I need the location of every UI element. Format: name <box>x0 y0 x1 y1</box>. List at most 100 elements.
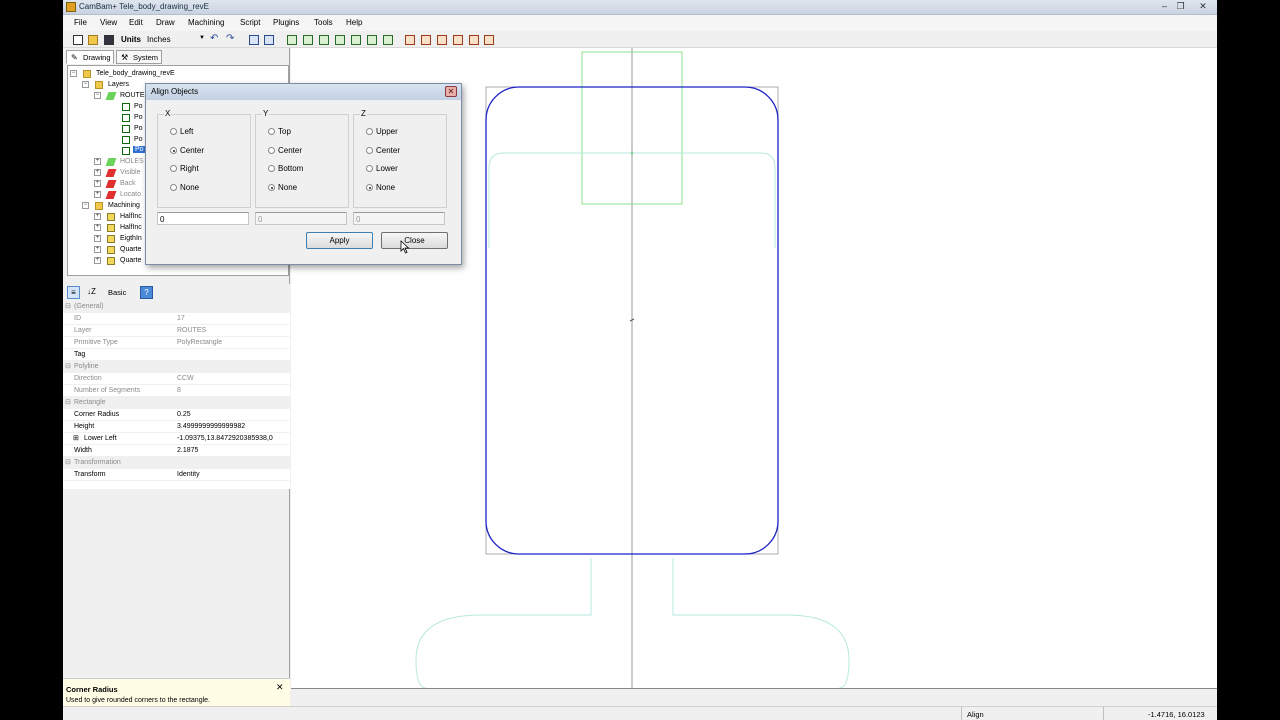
collapse-icon[interactable]: ⊟ <box>65 458 71 466</box>
prop-category-general[interactable]: ⊟ (General) <box>63 301 290 313</box>
expand-icon[interactable]: + <box>94 224 101 231</box>
collapse-icon[interactable]: − <box>70 70 77 77</box>
maximize-icon[interactable]: ❐ <box>1174 1 1187 12</box>
prop-row-direction[interactable]: Direction CCW <box>63 373 290 385</box>
profile-icon[interactable] <box>405 35 415 45</box>
draw-arc-icon[interactable] <box>319 35 329 45</box>
prop-row-height[interactable]: Height 3.4999999999999982 <box>63 421 290 433</box>
prop-key: Lower Left <box>84 435 117 442</box>
help-icon[interactable]: ? <box>140 286 153 299</box>
expand-icon[interactable]: + <box>94 246 101 253</box>
collapse-icon[interactable]: − <box>94 92 101 99</box>
mouse-cursor-icon <box>400 240 410 254</box>
prop-value[interactable]: 0.25 <box>177 411 191 418</box>
prop-value[interactable]: -1.09375,13.8472920385938,0 <box>177 435 273 442</box>
radio-icon <box>170 128 177 135</box>
draw-rectangle-icon[interactable] <box>335 35 345 45</box>
expand-icon[interactable]: + <box>94 191 101 198</box>
menu-help[interactable]: Help <box>346 18 362 27</box>
prop-row-lower-left[interactable]: ⊞ Lower Left -1.09375,13.8472920385938,0 <box>63 433 290 445</box>
pocket-icon[interactable] <box>421 35 431 45</box>
draw-polyline-icon[interactable] <box>287 35 297 45</box>
menu-file[interactable]: File <box>74 18 87 27</box>
expand-icon[interactable]: + <box>94 257 101 264</box>
menu-view[interactable]: View <box>100 18 117 27</box>
menu-edit[interactable]: Edit <box>129 18 143 27</box>
new-file-icon[interactable] <box>73 35 83 45</box>
collapse-icon[interactable]: − <box>82 202 89 209</box>
z-offset-input[interactable]: 0 <box>353 212 445 225</box>
prop-row-corner-radius[interactable]: Corner Radius 0.25 <box>63 409 290 421</box>
x-offset-input[interactable]: 0 <box>157 212 249 225</box>
prop-row-id[interactable]: ID 17 <box>63 313 290 325</box>
open-folder-icon[interactable] <box>88 35 98 45</box>
prop-category-transformation[interactable]: ⊟ Transformation <box>63 457 290 469</box>
engrave-icon[interactable] <box>453 35 463 45</box>
lathe-icon[interactable] <box>484 35 494 45</box>
3d-profile-icon[interactable] <box>469 35 479 45</box>
collapse-icon[interactable]: ⊟ <box>65 302 71 310</box>
prop-value[interactable]: Identity <box>177 471 200 478</box>
dialog-title-bar: Align Objects ✕ <box>146 84 461 100</box>
prop-row-layer[interactable]: Layer ROUTES <box>63 325 290 337</box>
tree-poly-label: Po <box>134 114 143 121</box>
prop-value[interactable]: 2.1875 <box>177 447 198 454</box>
prop-category-rectangle[interactable]: ⊟ Rectangle <box>63 397 290 409</box>
prop-key: Tag <box>74 351 86 358</box>
menu-script[interactable]: Script <box>240 18 260 27</box>
prop-row-segments[interactable]: Number of Segments 8 <box>63 385 290 397</box>
units-select[interactable]: Inches ▼ <box>145 34 207 46</box>
expand-icon[interactable]: + <box>94 169 101 176</box>
collapse-icon[interactable]: − <box>82 81 89 88</box>
radio-icon <box>268 147 275 154</box>
categorized-icon[interactable]: ≡ <box>67 286 80 299</box>
close-button[interactable]: Close <box>381 232 448 249</box>
close-icon[interactable]: ✕ <box>276 682 284 693</box>
redo-icon[interactable]: ↷ <box>226 33 234 44</box>
horizontal-scrollbar[interactable] <box>291 688 1217 706</box>
category-label: Transformation <box>74 459 121 466</box>
expand-icon[interactable]: + <box>94 180 101 187</box>
prop-key: Transform <box>74 471 106 478</box>
menu-tools[interactable]: Tools <box>314 18 333 27</box>
collapse-icon[interactable]: ⊟ <box>65 398 71 406</box>
dialog-close-icon[interactable]: ✕ <box>445 86 457 97</box>
table-icon[interactable] <box>264 35 274 45</box>
layer-icon <box>105 180 117 188</box>
prop-row-width[interactable]: Width 2.1875 <box>63 445 290 457</box>
draw-circle-icon[interactable] <box>303 35 313 45</box>
folder-icon <box>83 70 91 78</box>
grid-icon[interactable] <box>249 35 259 45</box>
basic-mode-button[interactable]: Basic <box>108 288 126 297</box>
prop-row-primitive-type[interactable]: Primitive Type PolyRectangle <box>63 337 290 349</box>
minimize-icon[interactable]: – <box>1158 1 1171 12</box>
prop-category-polyline[interactable]: ⊟ Polyline <box>63 361 290 373</box>
draw-point-icon[interactable] <box>367 35 377 45</box>
menu-plugins[interactable]: Plugins <box>273 18 299 27</box>
expand-icon[interactable]: + <box>94 213 101 220</box>
radio-checked-icon <box>366 184 373 191</box>
menu-machining[interactable]: Machining <box>188 18 224 27</box>
tab-drawing[interactable]: ✎ Drawing <box>66 50 114 64</box>
tree-poly-label: Po <box>134 125 143 132</box>
y-offset-input[interactable]: 0 <box>255 212 347 225</box>
drill-icon[interactable] <box>437 35 447 45</box>
save-icon[interactable] <box>104 35 114 45</box>
prop-row-tag[interactable]: Tag <box>63 349 290 361</box>
expand-icon[interactable]: ⊞ <box>73 434 79 442</box>
tab-system[interactable]: ⚒ System <box>116 50 162 64</box>
expand-icon[interactable]: + <box>94 235 101 242</box>
expand-icon[interactable]: + <box>94 158 101 165</box>
draw-text-icon[interactable] <box>351 35 361 45</box>
collapse-icon[interactable]: ⊟ <box>65 362 71 370</box>
draw-surface-icon[interactable] <box>383 35 393 45</box>
apply-button[interactable]: Apply <box>306 232 373 249</box>
undo-icon[interactable]: ↶ <box>210 33 218 44</box>
title-bar: CamBam+ Tele_body_drawing_revE – ❐ ✕ <box>63 0 1217 15</box>
sort-alpha-icon[interactable]: ↓Z <box>87 287 96 296</box>
prop-row-transform[interactable]: Transform Identity <box>63 469 290 481</box>
close-icon[interactable]: ✕ <box>1195 1 1211 12</box>
prop-value[interactable]: 3.4999999999999982 <box>177 423 245 430</box>
drawing-icon: ✎ <box>71 53 78 62</box>
menu-draw[interactable]: Draw <box>156 18 175 27</box>
